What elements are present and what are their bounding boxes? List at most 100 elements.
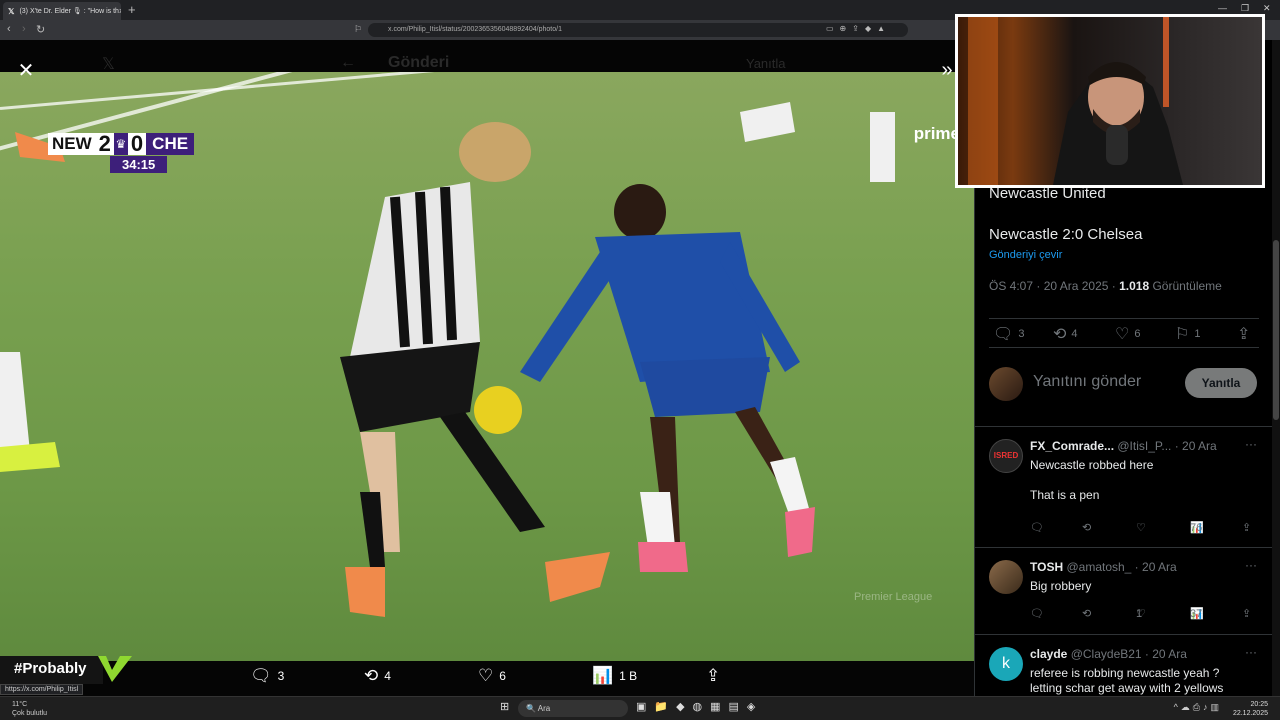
- player-head: [614, 184, 666, 240]
- views-stat[interactable]: 📊 76: [1190, 521, 1207, 535]
- reload-button[interactable]: ↻: [36, 23, 45, 36]
- close-window-button[interactable]: ✕: [1263, 3, 1271, 14]
- repost-action[interactable]: ⟲ 4: [364, 666, 391, 686]
- media-action-bar: 🗨 3 ⟲ 4 ♡ 6 📊 1 B ⇪: [0, 658, 974, 696]
- background-player-boot: [0, 442, 60, 472]
- player-boot: [545, 552, 610, 602]
- newcastle-shirt: [350, 182, 480, 357]
- broadcaster-logo: prime: [913, 124, 960, 143]
- player-hair: [459, 122, 531, 182]
- reply-input[interactable]: Yanıtını gönder: [1033, 373, 1141, 391]
- new-tab-button[interactable]: +: [128, 2, 136, 17]
- player-sock: [640, 492, 675, 547]
- taskbar-apps[interactable]: ▣📁◆◍▦▤◈: [636, 700, 763, 713]
- repost-stat[interactable]: ⟲ 4: [1053, 324, 1078, 344]
- comment-icon: 🗨: [993, 326, 1014, 343]
- reply-action[interactable]: 🗨 3: [250, 666, 284, 686]
- bookmark-count: 1: [1194, 328, 1201, 340]
- comment-icon[interactable]: 🗨: [1030, 607, 1044, 620]
- share-icon: ⇪: [1237, 326, 1251, 343]
- like-stat[interactable]: ♡ 6: [1115, 324, 1140, 344]
- reply-button[interactable]: Yanıtla: [1185, 368, 1257, 398]
- system-tray[interactable]: ^☁⎙♪▥: [1174, 702, 1222, 713]
- link-status-bar: https://x.com/Philip_Itisl: [0, 684, 84, 695]
- post-timestamp[interactable]: ÖS 4:07 · 20 Ara 2025 ·: [989, 279, 1116, 293]
- scroll-thumb[interactable]: [1273, 240, 1279, 420]
- post-view-label: Görüntüleme: [1152, 279, 1222, 293]
- taskbar-search[interactable]: 🔍 Ara: [518, 700, 628, 717]
- home-score: 2: [95, 133, 114, 155]
- media-viewer: 𝕏 ← Gönderi Yanıtla NEW 2 ♛ 0 CHE 34:15 …: [0, 40, 974, 696]
- player-boot: [785, 507, 815, 557]
- away-team: CHE: [146, 133, 195, 155]
- browser-tab[interactable]: 𝕏 (3) X'te Dr. Elder 🎙 : "How is th ×: [3, 2, 121, 20]
- away-score: 0: [127, 133, 147, 155]
- taskbar-clock[interactable]: 20:25 22.12.2025: [1233, 700, 1268, 718]
- windows-taskbar: 11°C Çok bulutlu ⊞ 🔍 Ara ▣📁◆◍▦▤◈ ^☁⎙♪▥ 2…: [0, 696, 1280, 720]
- like-stat[interactable]: ♡ 1: [1136, 607, 1149, 621]
- back-arrow-icon: ←: [340, 54, 356, 71]
- reply-item[interactable]: TOSH @amatosh_ · 20 Ara ··· Big robbery …: [975, 547, 1273, 633]
- post-header-behind: 𝕏 ← Gönderi Yanıtla: [0, 40, 974, 74]
- forward-button[interactable]: ›: [22, 23, 26, 35]
- sidebar-scrollbar[interactable]: [1272, 40, 1280, 696]
- start-button[interactable]: ⊞: [500, 700, 509, 713]
- reply-count: 3: [277, 669, 285, 683]
- bookmark-stat[interactable]: ⚐ 1: [1175, 324, 1200, 344]
- scoreboard: NEW 2 ♛ 0 CHE: [48, 132, 195, 156]
- avatar[interactable]: ISRED: [989, 439, 1023, 473]
- close-tab-icon[interactable]: ×: [119, 6, 121, 16]
- repost-icon[interactable]: ⟲: [1082, 607, 1091, 620]
- reply-item[interactable]: k clayde @ClaydeB21 · 20 Ara ··· referee…: [975, 634, 1273, 696]
- like-action[interactable]: ♡ 6: [478, 666, 506, 686]
- reply-stat[interactable]: 🗨 3: [993, 324, 1024, 344]
- match-clock: 34:15: [110, 156, 168, 173]
- share-action[interactable]: ⇪: [706, 666, 726, 686]
- chelsea-arm: [520, 252, 615, 382]
- bookmark-icon: ⚐: [1175, 326, 1190, 343]
- views-stat[interactable]: 📊 37: [1190, 607, 1207, 621]
- reply-author[interactable]: FX_Comrade... @ItisI_P... · 20 Ara: [1030, 439, 1217, 453]
- avatar[interactable]: [989, 367, 1023, 401]
- bookmark-page-icon[interactable]: ⚐: [354, 24, 362, 35]
- player-boot: [345, 567, 385, 617]
- more-options-icon[interactable]: ···: [1245, 437, 1257, 451]
- header-title: Gönderi: [388, 54, 450, 71]
- address-bar-tools[interactable]: ▭⊕⇪◆▲: [826, 24, 891, 33]
- maximize-button[interactable]: ❐: [1241, 3, 1249, 14]
- streamer-webcam: [955, 14, 1265, 188]
- x-logo-icon: 𝕏: [8, 6, 15, 16]
- back-button[interactable]: ‹: [7, 23, 11, 35]
- avatar[interactable]: [989, 560, 1023, 594]
- header-reply: Yanıtla: [746, 56, 786, 71]
- repost-count: 4: [384, 669, 391, 683]
- like-count: 6: [499, 669, 506, 683]
- reply-composer: Yanıtını gönder Yanıtla: [989, 365, 1259, 405]
- premier-league-lion-icon: ♛: [113, 133, 128, 155]
- like-count: 6: [1134, 328, 1141, 340]
- video-frame[interactable]: NEW 2 ♛ 0 CHE 34:15 prime Premier League: [0, 72, 974, 661]
- views-chart-icon: 📊: [592, 666, 614, 685]
- comment-icon[interactable]: 🗨: [1030, 521, 1044, 534]
- share-icon: ⇪: [706, 666, 721, 685]
- avatar[interactable]: k: [989, 647, 1023, 681]
- views-action[interactable]: 📊 1 B: [592, 666, 637, 686]
- more-options-icon[interactable]: ···: [1245, 558, 1257, 572]
- share-icon[interactable]: ⇪: [1242, 607, 1251, 620]
- weather-widget[interactable]: 11°C Çok bulutlu: [12, 700, 47, 718]
- post-view-count: 1.018: [1119, 279, 1150, 293]
- close-media-button[interactable]: ✕: [10, 56, 42, 88]
- reply-author[interactable]: TOSH @amatosh_ · 20 Ara: [1030, 560, 1177, 574]
- repost-icon: ⟲: [364, 666, 379, 685]
- weather-temp: 11°C: [12, 701, 28, 708]
- heart-icon[interactable]: ♡: [1136, 521, 1146, 534]
- translate-post-link[interactable]: Gönderiyi çevir: [989, 249, 1062, 261]
- more-options-icon[interactable]: ···: [1245, 645, 1257, 659]
- minimize-button[interactable]: —: [1218, 3, 1227, 13]
- reply-item[interactable]: ISRED FX_Comrade... @ItisI_P... · 20 Ara…: [975, 426, 1273, 546]
- reply-text: Newcastle robbed here That is a pen: [1030, 458, 1154, 502]
- share-icon[interactable]: ⇪: [1242, 521, 1251, 534]
- share-stat[interactable]: ⇪: [1237, 324, 1255, 344]
- reply-author[interactable]: clayde @ClaydeB21 · 20 Ara: [1030, 647, 1187, 661]
- repost-icon[interactable]: ⟲: [1082, 521, 1091, 534]
